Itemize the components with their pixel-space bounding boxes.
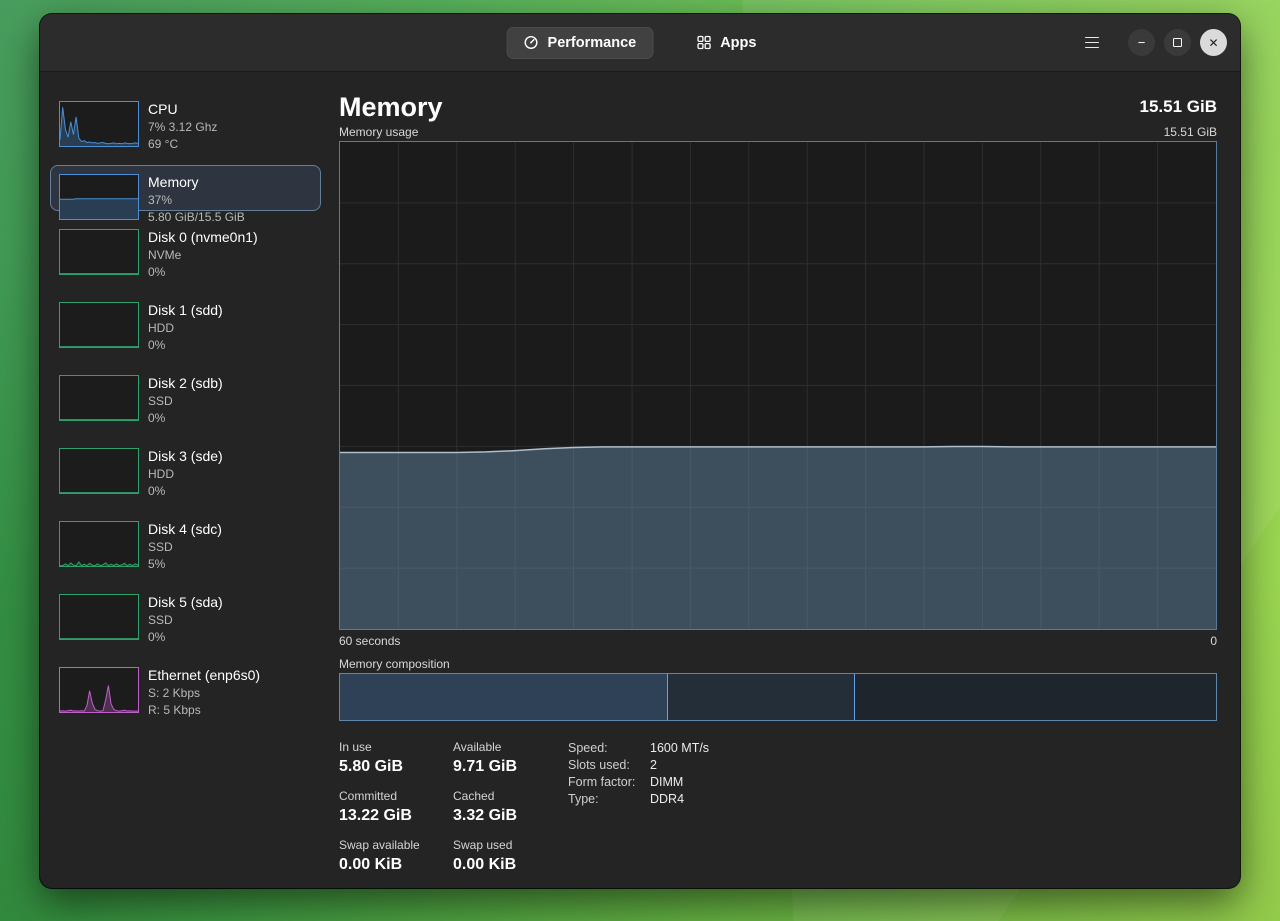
sidebar-item-line2: 0% [148, 337, 223, 354]
menu-button[interactable] [1077, 28, 1107, 58]
stat-available: Available 9.71 GiB [453, 740, 568, 776]
memory-composition-segment-in-use [340, 674, 668, 720]
memory-usage-chart [340, 142, 1216, 629]
sidebar-item-title: Disk 5 (sda) [148, 594, 223, 611]
sidebar-item-title: Disk 4 (sdc) [148, 521, 222, 538]
maximize-button[interactable] [1164, 29, 1191, 56]
stat-committed: Committed 13.22 GiB [339, 789, 453, 825]
memory-usage-area [340, 447, 1216, 629]
sidebar-item-disk5[interactable]: Disk 5 (sda) SSD 0% [59, 594, 312, 640]
disk5-graph-thumbnail [59, 594, 139, 640]
disk1-graph-thumbnail [59, 302, 139, 348]
disk4-graph-thumbnail [59, 521, 139, 567]
info-slots-used: Slots used: 2 [568, 757, 709, 774]
disk2-graph-thumbnail [59, 375, 139, 421]
graph-max-label: 15.51 GiB [1164, 125, 1217, 140]
sidebar-item-line1: 7% 3.12 Ghz [148, 119, 217, 136]
memory-composition-bar [339, 673, 1217, 721]
sidebar-item-line1: NVMe [148, 247, 258, 264]
sidebar-item-title: Disk 0 (nvme0n1) [148, 229, 258, 246]
sidebar-item-ethernet[interactable]: Ethernet (enp6s0) S: 2 Kbps R: 5 Kbps [59, 667, 312, 713]
titlebar: Performance Apps − [40, 14, 1240, 72]
performance-sidebar: CPU 7% 3.12 Ghz 69 °C Memory 37% 5.80 Gi… [40, 73, 339, 888]
memory-graph-thumbnail [59, 174, 139, 220]
maximize-icon [1173, 38, 1182, 47]
sidebar-item-title: Memory [148, 174, 245, 191]
sidebar-item-title: Disk 3 (sde) [148, 448, 223, 465]
stat-in-use: In use 5.80 GiB [339, 740, 453, 776]
page-title: Memory [339, 92, 443, 123]
tab-performance[interactable]: Performance [507, 27, 654, 59]
sidebar-item-title: CPU [148, 101, 217, 118]
memory-stats: In use 5.80 GiB Committed 13.22 GiB Swap… [339, 740, 1217, 887]
sidebar-item-disk3[interactable]: Disk 3 (sde) HDD 0% [59, 448, 312, 494]
close-button[interactable]: ✕ [1200, 29, 1227, 56]
ethernet-graph-thumbnail [59, 667, 139, 713]
memory-composition-label: Memory composition [339, 657, 450, 671]
memory-detail-pane: Memory 15.51 GiB Memory usage 15.51 GiB … [339, 73, 1217, 888]
memory-composition-segment-cached [668, 674, 855, 720]
sidebar-item-line2: R: 5 Kbps [148, 702, 260, 719]
sidebar-item-line2: 69 °C [148, 136, 217, 153]
time-zero-label: 0 [1210, 634, 1217, 649]
graph-label-row: Memory usage 15.51 GiB [339, 125, 1217, 140]
memory-header: Memory 15.51 GiB [339, 89, 1217, 125]
memory-usage-label: Memory usage [339, 125, 418, 140]
hardware-info: Speed: 1600 MT/s Slots used: 2 Form fact… [568, 740, 709, 887]
sidebar-item-title: Disk 2 (sdb) [148, 375, 223, 392]
app-grid-icon [696, 35, 711, 50]
graph-axis-row: 60 seconds 0 [339, 634, 1217, 649]
stat-cached: Cached 3.32 GiB [453, 789, 568, 825]
time-span-label: 60 seconds [339, 634, 400, 649]
sidebar-item-line2: 0% [148, 483, 223, 500]
sidebar-item-line2: 0% [148, 410, 223, 427]
sidebar-item-disk1[interactable]: Disk 1 (sdd) HDD 0% [59, 302, 312, 348]
sidebar-item-line1: HDD [148, 320, 223, 337]
sidebar-item-line1: SSD [148, 539, 222, 556]
disk3-graph-thumbnail [59, 448, 139, 494]
stats-column-1: In use 5.80 GiB Committed 13.22 GiB Swap… [339, 740, 453, 887]
sidebar-item-title: Disk 1 (sdd) [148, 302, 223, 319]
tab-apps[interactable]: Apps [679, 27, 773, 59]
sidebar-item-line2: 5.80 GiB/15.5 GiB [148, 209, 245, 226]
stat-swap-used: Swap used 0.00 KiB [453, 838, 568, 874]
cpu-graph-thumbnail [59, 101, 139, 147]
sidebar-item-line2: 5% [148, 556, 222, 573]
sidebar-item-title: Ethernet (enp6s0) [148, 667, 260, 684]
sidebar-item-line1: HDD [148, 466, 223, 483]
sidebar-item-line1: SSD [148, 393, 223, 410]
sidebar-item-line1: 37% [148, 192, 245, 209]
tab-apps-label: Apps [720, 35, 756, 51]
stats-column-2: Available 9.71 GiB Cached 3.32 GiB Swap … [453, 740, 568, 887]
sidebar-item-cpu[interactable]: CPU 7% 3.12 Ghz 69 °C [59, 101, 312, 147]
info-type: Type: DDR4 [568, 791, 709, 808]
memory-composition-segment-free [855, 674, 1216, 720]
info-speed: Speed: 1600 MT/s [568, 740, 709, 757]
hamburger-icon [1085, 37, 1099, 39]
minimize-button[interactable]: − [1128, 29, 1155, 56]
memory-total: 15.51 GiB [1140, 97, 1218, 117]
sidebar-item-line1: SSD [148, 612, 223, 629]
sidebar-item-memory[interactable]: Memory 37% 5.80 GiB/15.5 GiB [50, 165, 321, 211]
disk0-graph-thumbnail [59, 229, 139, 275]
sidebar-item-line1: S: 2 Kbps [148, 685, 260, 702]
memory-usage-graph [339, 141, 1217, 630]
sidebar-item-disk0[interactable]: Disk 0 (nvme0n1) NVMe 0% [59, 229, 312, 275]
view-switcher: Performance Apps [507, 27, 774, 59]
sidebar-item-line2: 0% [148, 629, 223, 646]
close-icon: ✕ [1208, 37, 1218, 49]
sidebar-item-disk2[interactable]: Disk 2 (sdb) SSD 0% [59, 375, 312, 421]
stat-swap-available: Swap available 0.00 KiB [339, 838, 453, 874]
mission-center-window: Performance Apps − [40, 14, 1240, 888]
speedometer-icon [524, 35, 539, 50]
sidebar-item-line2: 0% [148, 264, 258, 281]
info-form-factor: Form factor: DIMM [568, 774, 709, 791]
tab-performance-label: Performance [548, 35, 637, 51]
sidebar-item-disk4[interactable]: Disk 4 (sdc) SSD 5% [59, 521, 312, 567]
minimize-icon: − [1138, 36, 1146, 49]
window-controls: − ✕ [1077, 28, 1227, 58]
